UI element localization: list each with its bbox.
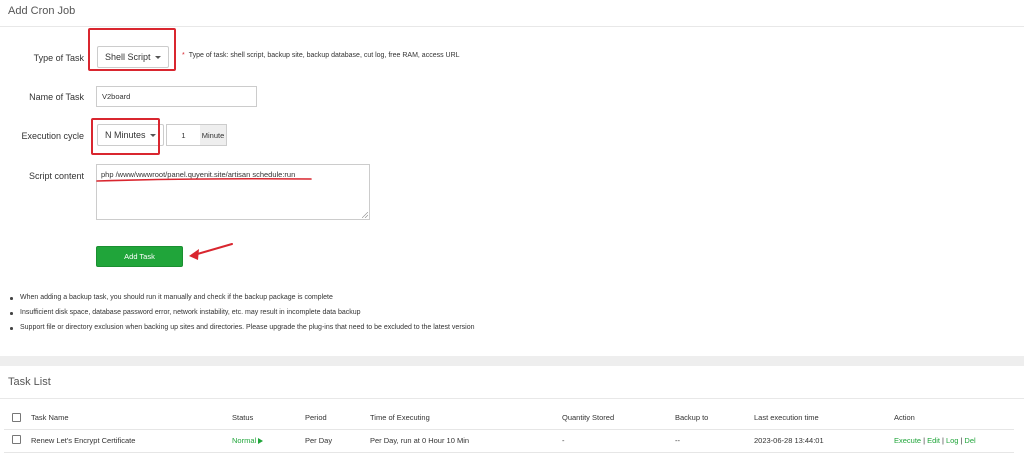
col-backup-to: Backup to [675, 413, 709, 422]
cycle-unit-addon: Minute [200, 124, 227, 146]
row-divider [4, 429, 1014, 430]
col-time-of-executing: Time of Executing [370, 413, 430, 422]
delete-link[interactable]: Del [964, 436, 975, 445]
task-list-panel: Task List Task Name Status Period Time o… [0, 366, 1024, 462]
notes-list: When adding a backup task, you should ru… [8, 293, 475, 338]
row-checkbox[interactable] [12, 435, 21, 444]
row-divider [4, 452, 1014, 453]
name-label: Name of Task [29, 92, 84, 102]
col-quantity-stored: Quantity Stored [562, 413, 615, 422]
col-action: Action [894, 413, 915, 422]
highlight-box-cycle [91, 118, 160, 155]
hint-text: Type of task: shell script, backup site,… [188, 52, 460, 59]
note-item: When adding a backup task, you should ru… [8, 293, 475, 308]
cycle-label: Execution cycle [21, 131, 84, 141]
task-name-input[interactable]: V2board [96, 86, 257, 107]
time-cell: Per Day, run at 0 Hour 10 Min [370, 436, 470, 445]
note-item: Support file or directory exclusion when… [8, 323, 475, 338]
backup-cell: -- [675, 436, 680, 445]
separator: | [942, 436, 944, 445]
add-task-button[interactable]: Add Task [96, 246, 183, 267]
period-cell: Per Day [305, 436, 333, 445]
select-all-checkbox[interactable] [12, 413, 21, 422]
col-period: Period [305, 413, 327, 422]
note-item: Insufficient disk space, database passwo… [8, 308, 475, 323]
cycle-number-input[interactable]: 1 [166, 124, 201, 146]
status-toggle[interactable]: Normal [232, 436, 264, 445]
annotation-underline [96, 177, 312, 182]
separator: | [960, 436, 963, 445]
col-status: Status [232, 413, 254, 422]
log-link[interactable]: Log [946, 436, 959, 445]
execute-link[interactable]: Execute [894, 436, 921, 445]
type-label: Type of Task [33, 53, 84, 63]
highlight-box-type [88, 28, 176, 71]
task-name-cell: Renew Let's Encrypt Certificate [31, 436, 136, 445]
resize-handle-icon[interactable] [362, 212, 368, 218]
last-execution-cell: 2023-06-28 13:44:01 [754, 436, 824, 445]
script-content-textarea[interactable]: php /www/wwwroot/panel.quyenit.site/arti… [96, 164, 370, 220]
panel-title: Add Cron Job [8, 5, 76, 17]
script-label: Script content [28, 171, 84, 181]
separator: | [923, 436, 926, 445]
col-task-name: Task Name [31, 413, 69, 422]
play-icon [258, 438, 264, 445]
divider [0, 26, 1024, 27]
add-cron-panel: Add Cron Job Type of Task Shell Script *… [0, 0, 1024, 356]
annotation-arrow-icon [189, 243, 233, 260]
col-last-execution-time: Last execution time [754, 413, 819, 422]
required-star: * [182, 52, 185, 59]
quantity-cell: - [562, 436, 565, 445]
task-type-hint: * Type of task: shell script, backup site… [182, 52, 460, 59]
status-text: Normal [232, 436, 257, 445]
edit-link[interactable]: Edit [927, 436, 940, 445]
task-list-title: Task List [8, 376, 51, 388]
action-cell: Execute | Edit | Log | Del [894, 436, 976, 445]
divider [0, 398, 1024, 399]
